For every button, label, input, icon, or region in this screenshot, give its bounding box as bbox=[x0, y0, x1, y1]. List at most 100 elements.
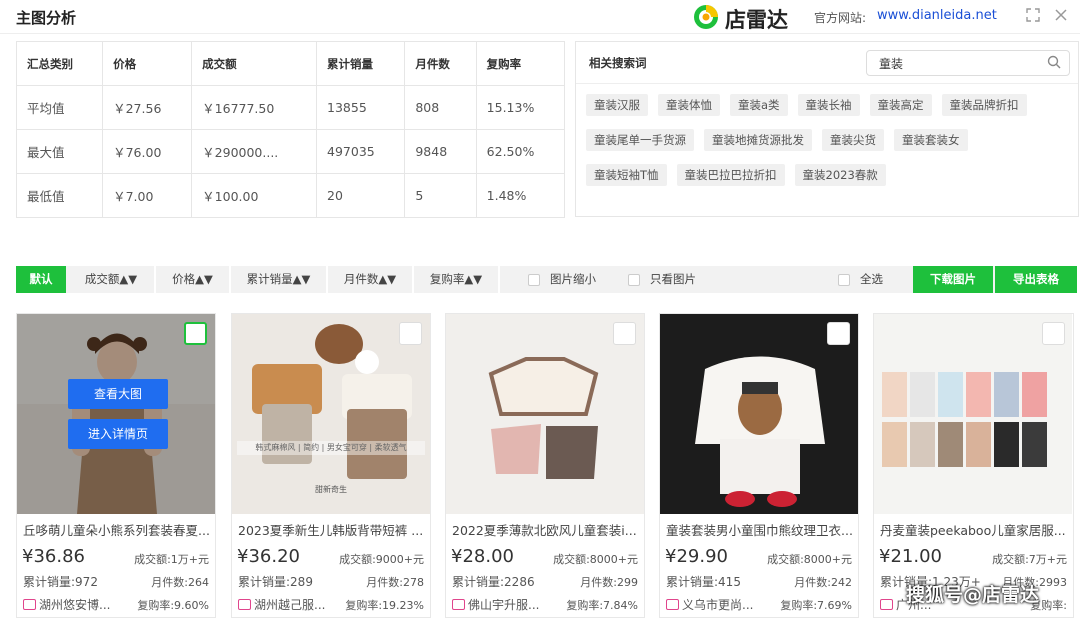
toolbar-divider bbox=[498, 266, 500, 293]
keyword-tag[interactable]: 童装2023春款 bbox=[794, 164, 886, 186]
product-sales: 累计销量:415 bbox=[666, 575, 741, 589]
keyword-tag[interactable]: 童装尾单一手货源 bbox=[586, 129, 694, 151]
table-cell: 5 bbox=[404, 173, 477, 218]
download-images-button[interactable]: 下载图片 bbox=[913, 266, 993, 293]
sort-default-button[interactable]: 默认 bbox=[16, 266, 66, 293]
column-header: 成交额 bbox=[191, 41, 318, 86]
product-sales: 累计销量:289 bbox=[238, 575, 313, 589]
product-monthly: 月件数:299 bbox=[580, 576, 638, 589]
view-large-image-button[interactable]: 查看大图 bbox=[68, 379, 168, 409]
product-title[interactable]: 2023夏季新生儿韩版背带短裤 ... bbox=[238, 520, 428, 539]
shop-name[interactable]: 湖州悠安博... bbox=[23, 596, 110, 613]
shop-name[interactable]: 湖州越己服... bbox=[238, 596, 325, 613]
product-title[interactable]: 丘哆萌儿童朵小熊系列套装春夏... bbox=[23, 520, 213, 539]
shop-name[interactable]: 义乌市更尚... bbox=[666, 596, 753, 613]
product-title[interactable]: 2022夏季薄款北欧风儿童套装i... bbox=[452, 520, 642, 539]
select-checkbox[interactable] bbox=[827, 322, 850, 345]
product-sales: 累计销量:2286 bbox=[452, 575, 535, 589]
shop-name-text: 湖州悠安博... bbox=[39, 598, 111, 612]
sort-monthly-button[interactable]: 月件数▲▼ bbox=[328, 266, 412, 293]
product-price: ¥29.90 bbox=[665, 546, 728, 567]
sort-price-button[interactable]: 价格▲▼ bbox=[156, 266, 229, 293]
fullscreen-icon[interactable] bbox=[1025, 8, 1041, 24]
table-row: 最低值 ￥7.00 ￥100.00 20 5 1.48% bbox=[15, 173, 566, 218]
product-monthly: 月件数:278 bbox=[366, 576, 424, 589]
product-repurchase: 复购率:19.23% bbox=[345, 599, 424, 612]
sort-sales-button[interactable]: 累计销量▲▼ bbox=[231, 266, 326, 293]
product-price: ¥36.86 bbox=[22, 546, 85, 567]
table-cell: ￥27.56 bbox=[102, 85, 193, 130]
product-repurchase: 复购率:7.69% bbox=[780, 599, 852, 612]
product-price: ¥36.20 bbox=[237, 546, 300, 567]
checkbox[interactable] bbox=[628, 273, 640, 286]
shrink-image-toggle[interactable]: 图片缩小 bbox=[528, 266, 608, 293]
table-cell: 62.50% bbox=[475, 129, 566, 174]
only-image-label: 只看图片 bbox=[650, 272, 696, 286]
product-sales: 累计销量:972 bbox=[23, 575, 98, 589]
product-card[interactable]: 查看大图 进入详情页 丘哆萌儿童朵小熊系列套装春夏... ¥36.86 成交额:… bbox=[16, 313, 216, 618]
sort-toolbar: 默认 成交额▲▼ 价格▲▼ 累计销量▲▼ 月件数▲▼ 复购率▲▼ 图片缩小 只看… bbox=[16, 266, 1077, 293]
keyword-tag[interactable]: 童装套装女 bbox=[894, 129, 968, 151]
select-checkbox[interactable] bbox=[184, 322, 207, 345]
keyword-tag[interactable]: 童装a类 bbox=[730, 94, 788, 116]
product-repurchase: 复购率:7.84% bbox=[566, 599, 638, 612]
table-cell: 平均值 bbox=[15, 85, 104, 130]
shop-name[interactable]: 佛山宇升服... bbox=[452, 596, 539, 613]
checkbox[interactable] bbox=[528, 273, 540, 286]
product-price: ¥21.00 bbox=[879, 546, 942, 567]
view-detail-button[interactable]: 进入详情页 bbox=[68, 419, 168, 449]
keyword-search-box bbox=[866, 50, 1070, 76]
sort-amount-button[interactable]: 成交额▲▼ bbox=[68, 266, 154, 293]
keyword-tag[interactable]: 童装长袖 bbox=[797, 94, 860, 116]
sort-repurchase-button[interactable]: 复购率▲▼ bbox=[414, 266, 498, 293]
select-checkbox[interactable] bbox=[399, 322, 422, 345]
app-title: 主图分析 bbox=[16, 9, 77, 27]
select-all-label: 全选 bbox=[860, 272, 883, 286]
table-cell: 13855 bbox=[316, 85, 406, 130]
shop-icon bbox=[238, 599, 251, 610]
product-title[interactable]: 丹麦童装peekaboo儿童家居服... bbox=[880, 520, 1070, 539]
select-checkbox[interactable] bbox=[613, 322, 636, 345]
column-header: 复购率 bbox=[475, 41, 566, 86]
shop-name-text: 佛山宇升服... bbox=[468, 598, 540, 612]
product-amount: 成交额:8000+元 bbox=[767, 553, 852, 566]
keyword-tag[interactable]: 童装品牌折扣 bbox=[941, 94, 1027, 116]
table-cell: ￥16777.50 bbox=[191, 85, 318, 130]
keyword-tag[interactable]: 童装巴拉巴拉折扣 bbox=[676, 164, 785, 186]
product-amount: 成交额:7万+元 bbox=[992, 553, 1067, 566]
checkbox[interactable] bbox=[838, 273, 850, 286]
product-title[interactable]: 童装套装男小童围巾熊纹理卫衣... bbox=[666, 520, 856, 539]
keyword-tag[interactable]: 童装短袖T恤 bbox=[586, 164, 667, 186]
site-label: 官方网站: bbox=[814, 11, 867, 25]
keyword-tag[interactable]: 童装高定 bbox=[869, 94, 932, 116]
related-keywords-panel: 相关搜索词 童装汉服 童装体恤 童装a类 童装长袖 童装高定 童装品牌折扣 童装… bbox=[575, 41, 1079, 217]
product-card[interactable]: 2022夏季薄款北欧风儿童套装i... ¥28.00 成交额:8000+元 累计… bbox=[445, 313, 645, 618]
only-image-toggle[interactable]: 只看图片 bbox=[628, 266, 708, 293]
table-cell: ￥76.00 bbox=[102, 129, 193, 174]
close-icon[interactable] bbox=[1053, 8, 1069, 24]
select-all-toggle[interactable]: 全选 bbox=[838, 266, 898, 293]
product-card[interactable]: 丹麦童装peekaboo儿童家居服... ¥21.00 成交额:7万+元 累计销… bbox=[873, 313, 1074, 618]
product-amount: 成交额:9000+元 bbox=[339, 553, 424, 566]
keyword-tag[interactable]: 童装汉服 bbox=[586, 94, 648, 116]
export-table-button[interactable]: 导出表格 bbox=[995, 266, 1077, 293]
product-card[interactable]: 韩式麻棉风 | 简约 | 男女宝可穿 | 柔软透气 甜新奇生 2023夏季新生儿… bbox=[231, 313, 431, 618]
search-icon[interactable] bbox=[1047, 55, 1061, 69]
site-url-link[interactable]: www.dianleida.net bbox=[877, 8, 997, 23]
keyword-search-input[interactable] bbox=[867, 51, 1037, 75]
dianleida-logo-icon bbox=[694, 5, 718, 29]
keyword-tag[interactable]: 童装地摊货源批发 bbox=[704, 129, 812, 151]
table-cell: ￥100.00 bbox=[191, 173, 318, 218]
keyword-tag[interactable]: 童装尖货 bbox=[822, 129, 884, 151]
brand-name: 店雷达 bbox=[725, 8, 788, 32]
product-card[interactable]: 童装套装男小童围巾熊纹理卫衣... ¥29.90 成交额:8000+元 累计销量… bbox=[659, 313, 859, 618]
select-checkbox[interactable] bbox=[1042, 322, 1065, 345]
shop-icon bbox=[452, 599, 465, 610]
product-price: ¥28.00 bbox=[451, 546, 514, 567]
product-monthly: 月件数:242 bbox=[794, 576, 852, 589]
keyword-tags: 童装汉服 童装体恤 童装a类 童装长袖 童装高定 童装品牌折扣 童装尾单一手货源… bbox=[576, 84, 1078, 199]
table-cell: ￥290000.... bbox=[191, 129, 318, 174]
keyword-tag[interactable]: 童装体恤 bbox=[658, 94, 720, 116]
table-cell: 最低值 bbox=[15, 173, 104, 218]
product-amount: 成交额:1万+元 bbox=[134, 553, 209, 566]
